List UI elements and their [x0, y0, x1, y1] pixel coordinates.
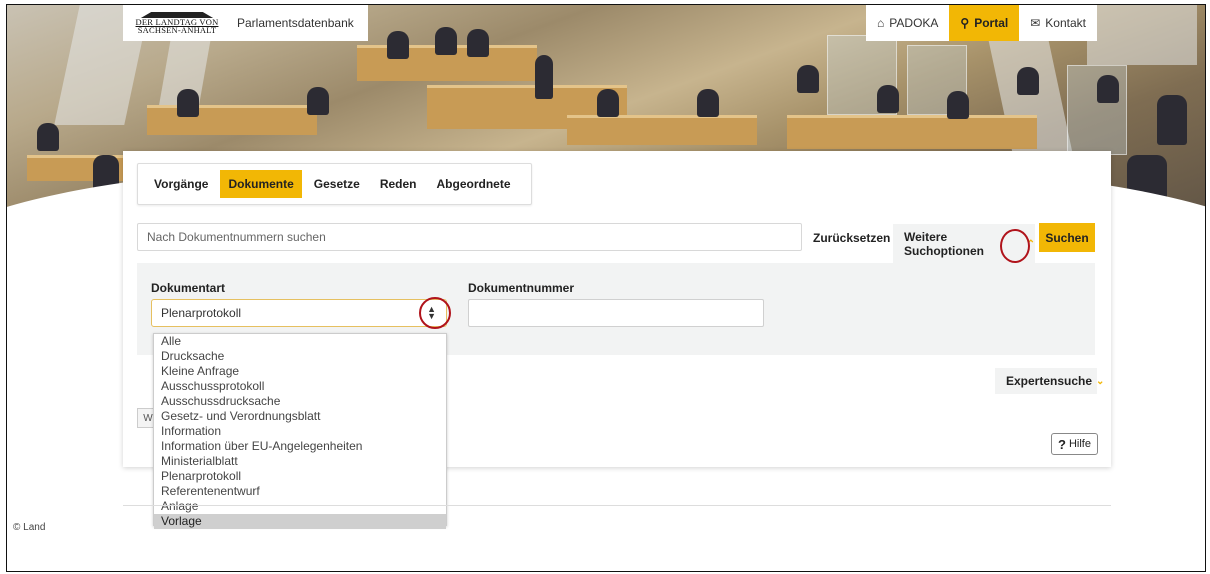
tab-vorgaenge[interactable]: Vorgänge: [146, 170, 216, 198]
expert-search-label: Expertensuche: [1006, 374, 1093, 388]
docnum-label: Dokumentnummer: [468, 281, 575, 295]
document-number-field[interactable]: [468, 299, 764, 327]
doctype-dropdown-list: Alle Drucksache Kleine Anfrage Ausschuss…: [153, 333, 447, 529]
dropdown-option[interactable]: Gesetz- und Verordnungsblatt: [154, 409, 446, 424]
site-header-brand[interactable]: DER LANDTAG VON SACHSEN-ANHALT Parlament…: [123, 5, 368, 41]
home-icon: ⌂: [877, 16, 885, 30]
annotation-circle-more-options: [1000, 229, 1030, 263]
tab-abgeordnete[interactable]: Abgeordnete: [429, 170, 519, 198]
reset-button[interactable]: Zurücksetzen: [807, 224, 896, 252]
category-tabs: Vorgänge Dokumente Gesetze Reden Abgeord…: [137, 163, 532, 205]
chevron-down-icon: ⌄: [1096, 375, 1105, 387]
expert-search-toggle[interactable]: Expertensuche ⌄: [995, 368, 1104, 394]
nav-padoka-label: PADOKA: [889, 16, 939, 30]
dropdown-option[interactable]: Referentenentwurf: [154, 484, 446, 499]
dropdown-option[interactable]: Plenarprotokoll: [154, 469, 446, 484]
dropdown-option[interactable]: Ministerialblatt: [154, 454, 446, 469]
landtag-logo[interactable]: DER LANDTAG VON SACHSEN-ANHALT: [133, 10, 221, 36]
nav-kontakt-label: Kontakt: [1045, 16, 1086, 30]
search-icon: ⚲: [960, 16, 970, 30]
top-navigation: ⌂ PADOKA ⚲ Portal ✉ Kontakt: [866, 5, 1097, 41]
envelope-icon: ✉: [1030, 16, 1041, 30]
search-button[interactable]: Suchen: [1039, 223, 1095, 252]
dropdown-option-highlighted[interactable]: Vorlage: [154, 514, 446, 529]
annotation-circle-select-arrow: [419, 297, 451, 329]
document-number-search-input[interactable]: [137, 223, 802, 251]
help-button[interactable]: ? Hilfe: [1051, 433, 1098, 455]
footer-copyright: © Land: [13, 522, 46, 533]
dropdown-option[interactable]: Drucksache: [154, 349, 446, 364]
help-label: Hilfe: [1068, 438, 1091, 450]
dropdown-option[interactable]: Anlage: [154, 499, 446, 514]
doctype-label: Dokumentart: [151, 281, 226, 295]
logo-line-2: SACHSEN-ANHALT: [137, 25, 217, 35]
dropdown-option[interactable]: Alle: [154, 334, 446, 349]
site-name: Parlamentsdatenbank: [237, 16, 354, 30]
question-icon: ?: [1058, 436, 1066, 452]
tab-dokumente[interactable]: Dokumente: [220, 170, 302, 198]
dropdown-option[interactable]: Kleine Anfrage: [154, 364, 446, 379]
dropdown-option[interactable]: Information: [154, 424, 446, 439]
nav-padoka[interactable]: ⌂ PADOKA: [866, 5, 949, 41]
dropdown-option[interactable]: Ausschussprotokoll: [154, 379, 446, 394]
landtag-building-icon: [140, 12, 214, 18]
dropdown-option[interactable]: Ausschussdrucksache: [154, 394, 446, 409]
tab-reden[interactable]: Reden: [372, 170, 425, 198]
nav-kontakt[interactable]: ✉ Kontakt: [1019, 5, 1097, 41]
doctype-select[interactable]: Plenarprotokoll ▲ ▼: [151, 299, 447, 327]
doctype-selected-value: Plenarprotokoll: [161, 306, 242, 320]
nav-portal[interactable]: ⚲ Portal: [949, 5, 1020, 41]
dropdown-option[interactable]: Information über EU-Angelegenheiten: [154, 439, 446, 454]
browser-viewport: DER LANDTAG VON SACHSEN-ANHALT Parlament…: [6, 4, 1206, 572]
footer-divider: [123, 505, 1111, 506]
tab-gesetze[interactable]: Gesetze: [306, 170, 368, 198]
nav-portal-label: Portal: [974, 16, 1009, 30]
